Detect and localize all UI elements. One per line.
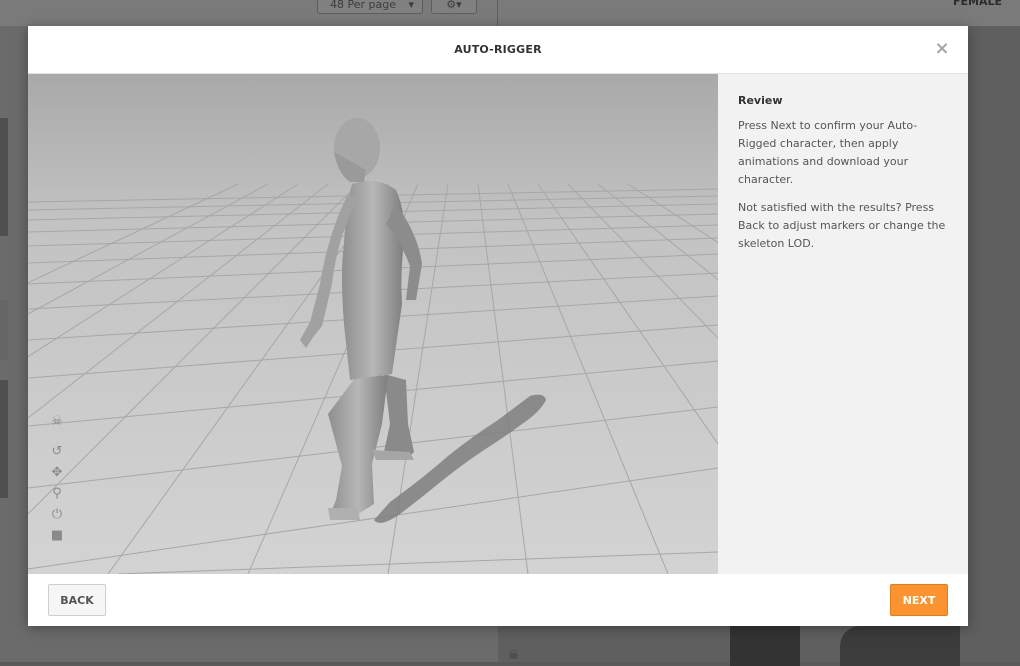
reset-icon[interactable]: ⏻	[48, 507, 66, 523]
background-thumbnail	[0, 300, 8, 360]
chevron-down-icon: ▾	[408, 0, 414, 11]
review-panel: Review Press Next to confirm your Auto-R…	[718, 74, 968, 574]
background-thumbnail	[0, 380, 8, 498]
background-toolbar	[0, 0, 1020, 26]
panel-paragraph: Not satisfied with the results? Press Ba…	[738, 201, 946, 250]
rotate-icon[interactable]: ↺	[48, 444, 66, 460]
per-page-select: 48 Per page ▾	[317, 0, 423, 14]
settings-dropdown: ⚙▾	[431, 0, 477, 14]
background-figure	[840, 626, 960, 666]
zoom-icon[interactable]: ⚲	[48, 486, 66, 502]
filter-label: FEMALE	[952, 0, 1002, 8]
auto-rigger-modal: AUTO-RIGGER × ☠ ↺ ✥ ⚲ ⏻ ■ Review Press N…	[28, 26, 968, 626]
move-icon[interactable]: ✥	[48, 465, 66, 481]
modal-footer: BACK NEXT	[28, 574, 968, 626]
toolbar-divider	[497, 0, 498, 26]
skeleton-icon[interactable]: ☠	[48, 414, 66, 430]
panel-paragraph: Press Next to confirm your Auto-Rigged c…	[738, 119, 918, 186]
background-figure	[730, 626, 800, 666]
camera-icon[interactable]: ■	[48, 528, 66, 544]
background-thumbnail	[0, 118, 8, 236]
next-button[interactable]: NEXT	[890, 584, 948, 616]
3d-viewport[interactable]: ☠ ↺ ✥ ⚲ ⏻ ■	[28, 74, 718, 574]
modal-header: AUTO-RIGGER ×	[28, 26, 968, 74]
skull-icon: ☠	[508, 648, 519, 662]
back-button[interactable]: BACK	[48, 584, 106, 616]
close-icon[interactable]: ×	[934, 40, 950, 58]
per-page-label: 48 Per page	[330, 0, 396, 11]
modal-title: AUTO-RIGGER	[454, 43, 542, 56]
panel-heading: Review	[738, 94, 783, 107]
viewport-scene	[28, 74, 718, 574]
